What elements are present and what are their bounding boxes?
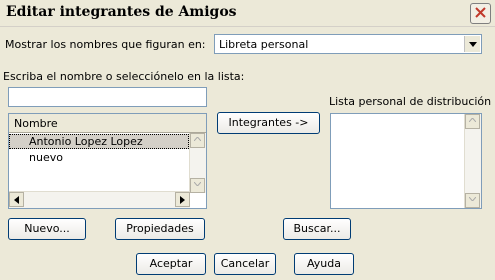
scroll-right-button[interactable] <box>175 192 190 207</box>
scroll-down-icon <box>194 182 201 186</box>
scroll-left-icon <box>14 196 19 204</box>
list-item-label: Antonio Lopez Lopez <box>29 135 143 148</box>
scroll-right-icon <box>180 196 185 204</box>
properties-button[interactable]: Propiedades <box>115 218 205 240</box>
scroll-up-button[interactable] <box>465 114 480 129</box>
name-list-horizontal-scrollbar[interactable] <box>9 191 190 208</box>
name-list[interactable]: Nombre Antonio Lopez Lopez nuevo <box>8 113 207 209</box>
title-bar: Editar integrantes de Amigos <box>0 0 495 27</box>
scroll-up-icon <box>194 137 201 141</box>
window-title: Editar integrantes de Amigos <box>6 4 237 20</box>
distribution-list-label: Lista personal de distribución <box>329 95 492 108</box>
close-icon <box>475 7 486 18</box>
list-item[interactable]: nuevo <box>9 150 189 165</box>
address-book-select[interactable]: Libreta personal <box>214 34 482 54</box>
name-search-input[interactable] <box>8 87 207 107</box>
cancel-button[interactable]: Cancelar <box>214 253 276 275</box>
search-label: Escriba el nombre o selecciónelo en la l… <box>3 70 245 83</box>
list-item[interactable]: Antonio Lopez Lopez <box>9 134 189 149</box>
address-book-selected: Libreta personal <box>219 38 309 51</box>
show-names-label: Mostrar los nombres que figuran en: <box>5 38 206 51</box>
scroll-up-button[interactable] <box>190 133 205 148</box>
scroll-up-icon <box>469 118 476 122</box>
chevron-down-icon <box>468 42 477 47</box>
new-button[interactable]: Nuevo... <box>8 218 86 240</box>
dropdown-arrow-button[interactable] <box>464 36 480 52</box>
scroll-left-button[interactable] <box>9 192 24 207</box>
scroll-down-button[interactable] <box>190 178 205 193</box>
scroll-down-button[interactable] <box>465 193 480 208</box>
distribution-list[interactable] <box>330 113 482 209</box>
add-members-button[interactable]: Integrantes -> <box>217 112 320 134</box>
name-column-header[interactable]: Nombre <box>9 114 206 133</box>
name-list-vertical-scrollbar[interactable] <box>189 133 206 193</box>
list-item-label: nuevo <box>29 151 63 164</box>
scroll-down-icon <box>469 197 476 201</box>
dialog-window: Editar integrantes de Amigos Mostrar los… <box>0 0 495 280</box>
accept-button[interactable]: Aceptar <box>136 253 206 275</box>
name-column-header-label: Nombre <box>14 117 58 130</box>
distribution-list-scrollbar[interactable] <box>464 114 481 208</box>
find-button[interactable]: Buscar... <box>283 218 351 240</box>
help-button[interactable]: Ayuda <box>294 253 354 275</box>
close-button[interactable] <box>470 3 491 24</box>
